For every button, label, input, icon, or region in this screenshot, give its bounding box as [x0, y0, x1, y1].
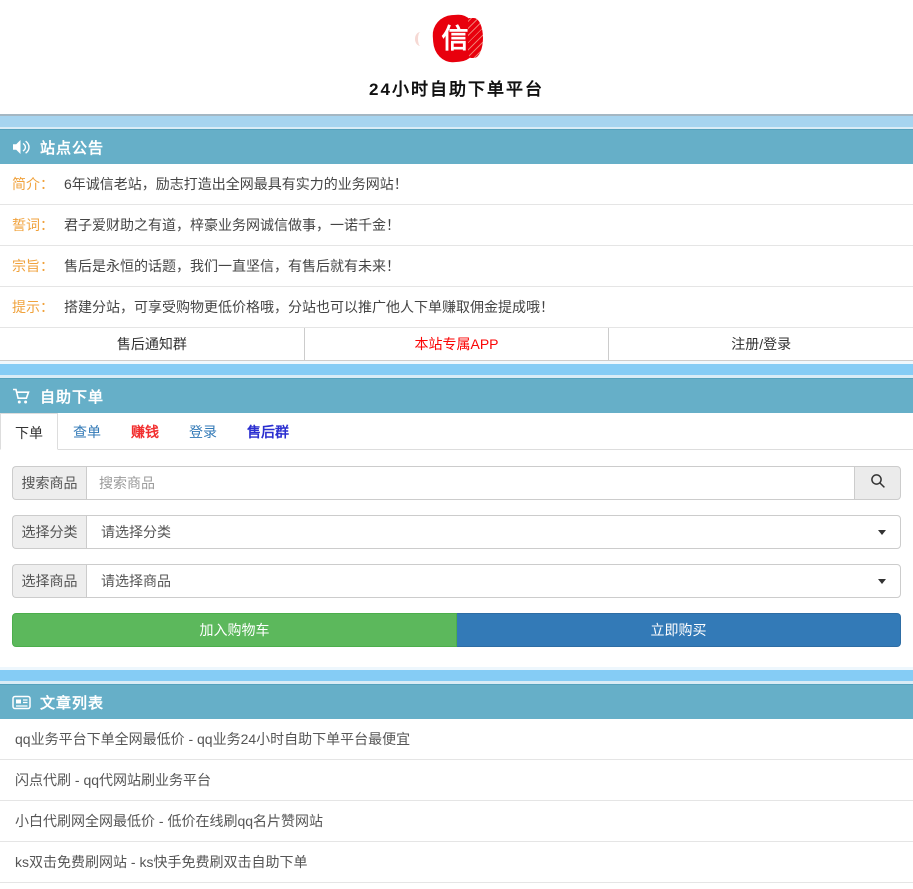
announcement-label: 提示：: [12, 299, 54, 315]
search-label: 搜索商品: [12, 466, 86, 500]
announcement-label: 简介：: [12, 176, 54, 192]
article-list-item[interactable]: ks双击免费刷网站 - ks快手免费刷双击自助下单: [0, 842, 913, 883]
category-label: 选择分类: [12, 515, 86, 549]
category-selected-value: 请选择分类: [101, 522, 171, 542]
page: 信 24小时自助下单平台 站点公告 简介： 6年诚信老站，励志打造出全网最具有实力…: [0, 0, 913, 888]
order-section-title: 自助下单: [40, 386, 104, 407]
logo-character: 信: [438, 23, 472, 55]
announcement-section-header: 站点公告: [0, 129, 913, 164]
announcement-label: 宗旨：: [12, 258, 54, 274]
announcement-text: 6年诚信老站，励志打造出全网最具有实力的业务网站！: [64, 176, 408, 192]
order-tabs: 下单 查单 赚钱 登录 售后群: [0, 413, 913, 450]
speaker-icon: [12, 139, 31, 155]
tab-earn-money[interactable]: 赚钱: [116, 413, 174, 449]
site-logo: 信: [433, 15, 483, 63]
category-group: 选择分类 请选择分类: [12, 515, 901, 549]
search-button[interactable]: [854, 466, 901, 500]
category-select[interactable]: 请选择分类: [86, 515, 901, 549]
search-icon: [870, 473, 886, 494]
purchase-buttons: 加入购物车 立即购买: [12, 613, 901, 647]
register-login-button[interactable]: 注册/登录: [608, 328, 913, 360]
site-title: 24小时自助下单平台: [0, 75, 913, 100]
tab-aftersale-group[interactable]: 售后群: [232, 413, 304, 449]
tab-login[interactable]: 登录: [174, 413, 232, 449]
logo-stamp-ghost: [415, 32, 426, 46]
chevron-down-icon: [878, 579, 886, 584]
search-input[interactable]: [86, 466, 855, 500]
articles-section-title: 文章列表: [40, 692, 104, 713]
divider-strip: [0, 361, 913, 378]
announcement-row: 简介： 6年诚信老站，励志打造出全网最具有实力的业务网站！: [0, 164, 913, 205]
news-icon: [12, 695, 31, 710]
search-group: 搜索商品: [12, 466, 901, 500]
article-list-item[interactable]: qq业务平台下单全网最低价 - qq业务24小时自助下单平台最便宜: [0, 719, 913, 760]
divider-strip: [0, 114, 913, 129]
tab-check-order[interactable]: 查单: [58, 413, 116, 449]
add-to-cart-button[interactable]: 加入购物车: [12, 613, 457, 647]
announcement-row: 宗旨： 售后是永恒的话题，我们一直坚信，有售后就有未来！: [0, 246, 913, 287]
tab-place-order[interactable]: 下单: [0, 413, 58, 450]
cart-icon: [12, 388, 31, 405]
announcement-row: 誓词： 君子爱财助之有道，梓豪业务网诚信做事，一诺千金！: [0, 205, 913, 246]
article-list-item[interactable]: 小白代刷网全网最低价 - 低价在线刷qq名片赞网站: [0, 801, 913, 842]
order-form: 搜索商品 选择分类 请选择分类 选择商品 请选择商品 加入购物车: [0, 450, 913, 667]
page-bottom: [0, 883, 913, 888]
order-section-header: 自助下单: [0, 378, 913, 413]
product-selected-value: 请选择商品: [101, 571, 171, 591]
article-list-item[interactable]: 闪点代刷 - qq代网站刷业务平台: [0, 760, 913, 801]
aftersale-group-button[interactable]: 售后通知群: [0, 328, 304, 360]
chevron-down-icon: [878, 530, 886, 535]
divider-strip: [0, 667, 913, 684]
announcement-section-title: 站点公告: [40, 137, 104, 158]
product-group: 选择商品 请选择商品: [12, 564, 901, 598]
buy-now-button[interactable]: 立即购买: [457, 613, 901, 647]
announcement-text: 售后是永恒的话题，我们一直坚信，有售后就有未来！: [64, 258, 400, 274]
site-app-button[interactable]: 本站专属APP: [304, 328, 609, 360]
quick-links-bar: 售后通知群 本站专属APP 注册/登录: [0, 328, 913, 361]
announcement-text: 君子爱财助之有道，梓豪业务网诚信做事，一诺千金！: [64, 217, 400, 233]
product-label: 选择商品: [12, 564, 86, 598]
announcement-row: 提示： 搭建分站，可享受购物更低价格哦，分站也可以推广他人下单赚取佣金提成哦！: [0, 287, 913, 328]
articles-section-header: 文章列表: [0, 684, 913, 719]
announcement-text: 搭建分站，可享受购物更低价格哦，分站也可以推广他人下单赚取佣金提成哦！: [64, 299, 554, 315]
product-select[interactable]: 请选择商品: [86, 564, 901, 598]
announcement-label: 誓词：: [12, 217, 54, 233]
site-header: 信 24小时自助下单平台: [0, 0, 913, 114]
